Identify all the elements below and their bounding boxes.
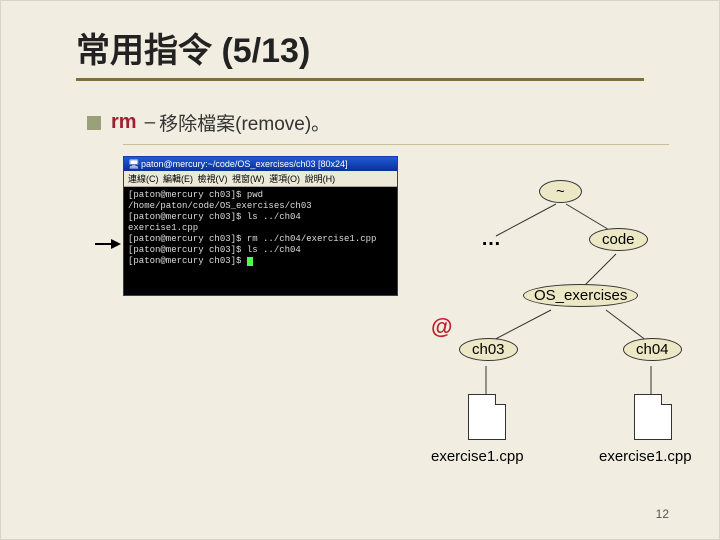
menu-view: 檢視(V) <box>198 174 228 184</box>
slide-title: 常用指令 (5/13) <box>76 23 644 72</box>
terminal-window: 🖥 paton@mercury:~/code/OS_exercises/ch03… <box>123 156 398 296</box>
node-code-label: code <box>589 228 648 251</box>
term-line-4: [paton@mercury ch03]$ rm ../ch04/exercis… <box>128 234 376 244</box>
directory-diagram: ~ … code OS_exercises @ ch03 ch04 exerci… <box>381 176 691 476</box>
terminal-title-text: paton@mercury:~/code/OS_exercises/ch03 [… <box>141 159 348 169</box>
terminal-menubar: 連線(C) 編輯(E) 檢視(V) 視窗(W) 選項(O) 說明(H) <box>124 171 397 187</box>
bullet-icon <box>87 116 101 130</box>
menu-options: 選項(O) <box>269 174 300 184</box>
menu-conn: 連線(C) <box>128 174 159 184</box>
slide-number: 12 <box>656 507 669 521</box>
term-line-3: exercise1.cpp <box>128 223 198 233</box>
file-ch04 <box>629 394 677 440</box>
file-ch03 <box>463 394 511 440</box>
pointer-arrow <box>95 239 121 249</box>
file-icon <box>468 394 506 440</box>
separator <box>123 144 669 145</box>
term-line-2: [paton@mercury ch03]$ ls ../ch04 <box>128 212 301 222</box>
command-name: rm <box>111 111 137 134</box>
file-ch04-label: exercise1.cpp <box>599 448 692 465</box>
terminal-icon: 🖥 <box>128 159 138 169</box>
title-underline <box>76 78 644 81</box>
node-osex-label: OS_exercises <box>523 284 638 307</box>
node-ch03-label: ch03 <box>459 338 518 361</box>
node-osex: OS_exercises <box>523 284 638 307</box>
title-block: 常用指令 (5/13) <box>76 23 644 81</box>
term-line-1: /home/paton/code/OS_exercises/ch03 <box>128 201 312 211</box>
term-line-6: [paton@mercury ch03]$ <box>128 256 247 266</box>
node-home: ~ <box>539 180 582 203</box>
file-icon <box>634 394 672 440</box>
menu-window: 視窗(W) <box>232 174 265 184</box>
terminal-body: [paton@mercury ch03]$ pwd /home/paton/co… <box>124 187 397 270</box>
file-ch03-label: exercise1.cpp <box>431 448 524 465</box>
menu-help: 說明(H) <box>305 174 336 184</box>
node-ch04-label: ch04 <box>623 338 682 361</box>
dash: – <box>145 112 156 134</box>
node-ch03: ch03 <box>459 338 518 361</box>
terminal-titlebar: 🖥 paton@mercury:~/code/OS_exercises/ch03… <box>124 157 397 171</box>
command-desc: 移除檔案(remove)。 <box>159 109 330 136</box>
node-dots: … <box>481 228 501 251</box>
terminal-cursor <box>247 257 253 266</box>
menu-edit: 編輯(E) <box>163 174 193 184</box>
node-home-label: ~ <box>539 180 582 203</box>
term-line-0: [paton@mercury ch03]$ pwd <box>128 190 263 200</box>
node-code: code <box>589 228 648 251</box>
bullet-rm: rm – 移除檔案(remove)。 <box>87 109 330 136</box>
node-ch04: ch04 <box>623 338 682 361</box>
at-marker: @ <box>431 314 452 340</box>
term-line-5: [paton@mercury ch03]$ ls ../ch04 <box>128 245 301 255</box>
